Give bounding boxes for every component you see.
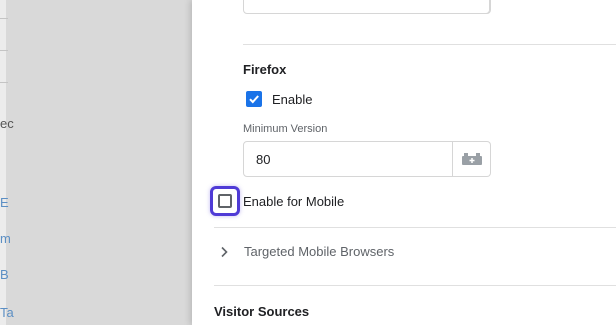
- background-link[interactable]: B: [0, 267, 9, 283]
- background-page: ec E m B Ta: [0, 0, 192, 325]
- targeted-mobile-browsers-expander[interactable]: Targeted Mobile Browsers: [220, 244, 394, 259]
- chevron-right-icon: [221, 246, 228, 257]
- previous-version-suffix[interactable]: [453, 0, 491, 14]
- background-link[interactable]: m: [0, 231, 11, 247]
- firefox-enable-checkbox[interactable]: [246, 91, 262, 107]
- background-divider: [0, 82, 8, 83]
- version-adjust-button[interactable]: [453, 141, 491, 177]
- mobile-checkbox-focus-ring[interactable]: [210, 186, 240, 216]
- background-text: ec: [0, 116, 14, 131]
- browser-targeting-panel: Firefox Enable Minimum Version Enable fo…: [192, 0, 616, 325]
- targeted-mobile-browsers-label: Targeted Mobile Browsers: [244, 244, 395, 259]
- min-version-input[interactable]: [243, 141, 453, 177]
- firefox-enable-row[interactable]: Enable: [246, 91, 312, 107]
- check-icon: [249, 95, 259, 104]
- background-divider: [0, 18, 8, 19]
- section-divider: [243, 44, 616, 45]
- visitor-sources-title: Visitor Sources: [214, 304, 310, 319]
- background-link[interactable]: Ta: [0, 305, 14, 321]
- enable-mobile-label: Enable for Mobile: [243, 194, 345, 209]
- firefox-enable-label: Enable: [272, 91, 313, 107]
- section-divider: [214, 227, 616, 228]
- version-adjust-icon: [461, 153, 482, 165]
- background-link[interactable]: E: [0, 195, 9, 211]
- background-divider: [0, 50, 8, 51]
- firefox-section-title: Firefox: [243, 62, 287, 77]
- min-version-label: Minimum Version: [243, 123, 328, 135]
- section-divider: [214, 285, 616, 286]
- enable-mobile-checkbox[interactable]: [218, 194, 232, 208]
